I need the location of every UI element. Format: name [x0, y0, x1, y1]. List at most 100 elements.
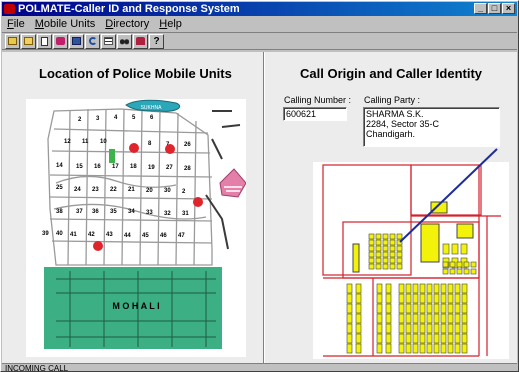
app-icon[interactable] — [4, 4, 15, 14]
sector-label: 44 — [124, 233, 131, 239]
menu-mobile-units[interactable]: Mobile Units — [35, 17, 96, 31]
plan-plot — [355, 333, 362, 344]
plan-plot — [368, 257, 375, 264]
sector-plan[interactable] — [313, 162, 509, 359]
plan-plot — [412, 333, 419, 344]
plan-plot — [398, 293, 405, 304]
undo-icon[interactable] — [85, 33, 100, 49]
plan-plot — [433, 333, 440, 344]
sector-label: 41 — [70, 232, 77, 238]
sector-label: 17 — [112, 164, 119, 170]
app-window: POLMATE-Caller ID and Response System _ … — [0, 0, 519, 372]
map-title: Location of Police Mobile Units — [39, 66, 232, 81]
help-icon[interactable]: ? — [149, 33, 164, 49]
sector-label: 3 — [96, 116, 100, 122]
title-bar[interactable]: POLMATE-Caller ID and Response System _ … — [2, 2, 517, 16]
caller-title: Call Origin and Caller Identity — [300, 66, 483, 81]
plan-plot — [385, 313, 392, 324]
list-icon[interactable] — [101, 33, 116, 49]
plan-plot — [419, 283, 426, 294]
party-name: SHARMA S.K. — [366, 109, 424, 119]
menu-file[interactable]: File — [7, 17, 25, 31]
police-unit-marker[interactable] — [165, 144, 175, 154]
plan-plot — [433, 313, 440, 324]
plan-plot — [426, 313, 433, 324]
plan-plot — [368, 251, 375, 258]
sector-label: 46 — [160, 233, 167, 239]
plan-plot — [396, 245, 403, 252]
open-folder-icon[interactable] — [5, 33, 20, 49]
plan-block — [420, 223, 440, 263]
sector-label: 11 — [82, 139, 89, 145]
police-unit-marker[interactable] — [93, 241, 103, 251]
save-icon[interactable] — [69, 33, 84, 49]
plan-plot — [396, 239, 403, 246]
sector-plan-svg — [322, 164, 501, 357]
plan-plot — [389, 263, 396, 270]
sector-label: 26 — [184, 142, 191, 148]
plan-plot — [419, 303, 426, 314]
plan-plot — [442, 268, 449, 275]
sector-label: 5 — [132, 115, 136, 121]
plan-plot — [382, 251, 389, 258]
plan-plot — [396, 263, 403, 270]
plan-plot — [440, 333, 447, 344]
plan-plot — [433, 303, 440, 314]
plan-block — [456, 223, 474, 239]
plan-plot — [346, 303, 353, 314]
plan-plot — [447, 343, 454, 354]
sector-label: 32 — [164, 211, 171, 217]
plan-plot — [398, 303, 405, 314]
party-address: 2284, Sector 35-C — [366, 119, 440, 129]
plan-plot — [461, 283, 468, 294]
plan-plot — [405, 313, 412, 324]
plan-plot — [456, 261, 463, 268]
plan-plot — [461, 293, 468, 304]
sector-label: 23 — [92, 187, 99, 193]
plan-plot — [440, 343, 447, 354]
menu-directory[interactable]: Directory — [105, 17, 149, 31]
plan-plot — [412, 293, 419, 304]
sector-label: 8 — [148, 141, 152, 147]
calling-party-field[interactable]: SHARMA S.K. 2284, Sector 35-C Chandigarh… — [363, 107, 500, 147]
sector-label: 37 — [76, 209, 83, 215]
plan-plot — [375, 257, 382, 264]
plan-plot — [412, 323, 419, 334]
plan-block — [430, 201, 448, 214]
plan-plot — [376, 343, 383, 354]
plan-plot — [419, 293, 426, 304]
minimize-button[interactable]: _ — [474, 3, 487, 14]
police-unit-marker[interactable] — [193, 197, 203, 207]
sector-label: 47 — [178, 233, 185, 239]
plan-plot — [355, 323, 362, 334]
police-unit-marker[interactable] — [129, 143, 139, 153]
phone-icon[interactable] — [133, 33, 148, 49]
new-document-icon[interactable] — [37, 33, 52, 49]
plan-plot — [376, 313, 383, 324]
plan-plot — [346, 343, 353, 354]
binoculars-icon[interactable] — [117, 33, 132, 49]
city-map[interactable]: SUKHNA 234561211108726141516171819272825… — [26, 99, 247, 357]
plan-plot — [454, 283, 461, 294]
menu-help[interactable]: Help — [159, 17, 182, 31]
plan-plot — [346, 283, 353, 294]
plan-plot — [419, 343, 426, 354]
plan-plot — [385, 343, 392, 354]
sector-label: 43 — [106, 232, 113, 238]
close-button[interactable]: × — [502, 3, 515, 14]
sector-label: 6 — [150, 115, 154, 121]
sector-label: 25 — [56, 185, 63, 191]
record-icon[interactable] — [53, 33, 68, 49]
calling-number-field[interactable]: 600621 — [283, 107, 347, 121]
maximize-button[interactable]: □ — [488, 3, 501, 14]
plan-plot — [447, 323, 454, 334]
plan-plot — [375, 239, 382, 246]
park-area — [109, 149, 115, 163]
open-icon[interactable] — [21, 33, 36, 49]
plan-plot — [454, 333, 461, 344]
calling-number-label: Calling Number : — [284, 95, 352, 105]
plan-plot — [461, 343, 468, 354]
plan-plot — [405, 303, 412, 314]
city-map-svg: SUKHNA 234561211108726141516171819272825… — [42, 99, 247, 349]
plan-plot — [447, 303, 454, 314]
